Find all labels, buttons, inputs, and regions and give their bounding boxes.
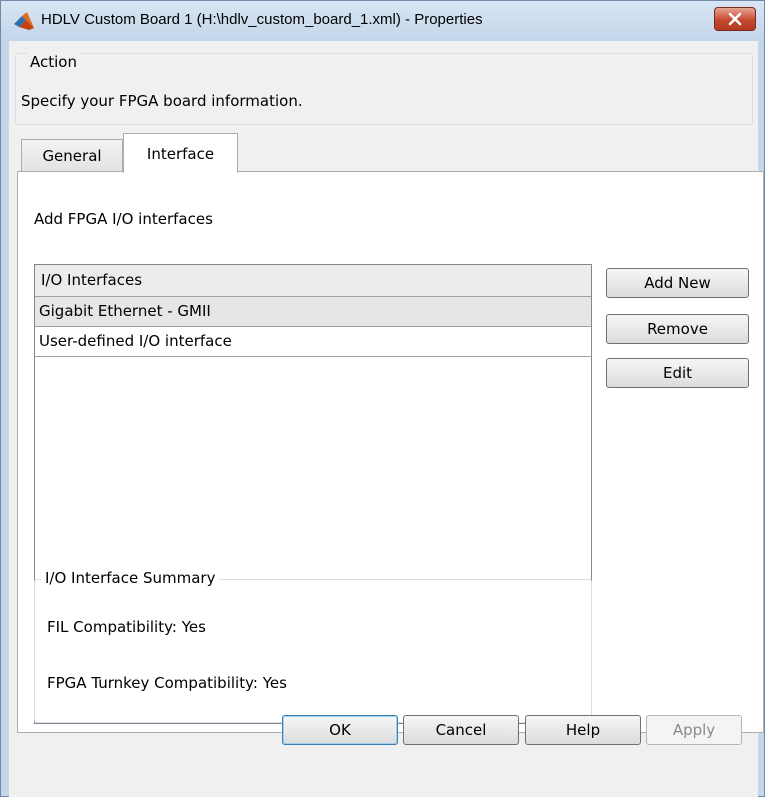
action-legend: Action [27,53,80,71]
window-title: HDLV Custom Board 1 (H:\hdlv_custom_boar… [41,11,483,28]
tab-general-label: General [42,146,102,165]
remove-button[interactable]: Remove [606,314,749,344]
matlab-icon [13,11,35,31]
close-button[interactable] [714,7,756,31]
close-icon [728,12,742,26]
action-group [15,53,753,125]
ok-button[interactable]: OK [282,715,398,745]
list-item[interactable]: User-defined I/O interface [35,327,591,357]
properties-window: HDLV Custom Board 1 (H:\hdlv_custom_boar… [0,0,765,797]
tab-interface-label: Interface [146,144,215,163]
fil-compatibility: FIL Compatibility: Yes [47,618,206,636]
apply-button[interactable]: Apply [646,715,742,745]
title-bar[interactable]: HDLV Custom Board 1 (H:\hdlv_custom_boar… [1,1,764,41]
summary-legend: I/O Interface Summary [41,569,220,587]
list-item[interactable]: Gigabit Ethernet - GMII [35,297,591,327]
turnkey-compatibility: FPGA Turnkey Compatibility: Yes [47,674,287,692]
help-button[interactable]: Help [525,715,641,745]
edit-button[interactable]: Edit [606,358,749,388]
interface-summary-group: I/O Interface Summary FIL Compatibility:… [34,569,592,723]
tab-interface[interactable]: Interface [123,133,238,173]
action-description: Specify your FPGA board information. [21,92,303,110]
add-interfaces-label: Add FPGA I/O interfaces [34,210,213,228]
cancel-button[interactable]: Cancel [403,715,519,745]
tab-general[interactable]: General [21,139,123,171]
list-header[interactable]: I/O Interfaces [35,265,591,297]
interface-tab-panel: Add FPGA I/O interfaces I/O Interfaces G… [17,171,764,733]
add-new-button[interactable]: Add New [606,268,749,298]
